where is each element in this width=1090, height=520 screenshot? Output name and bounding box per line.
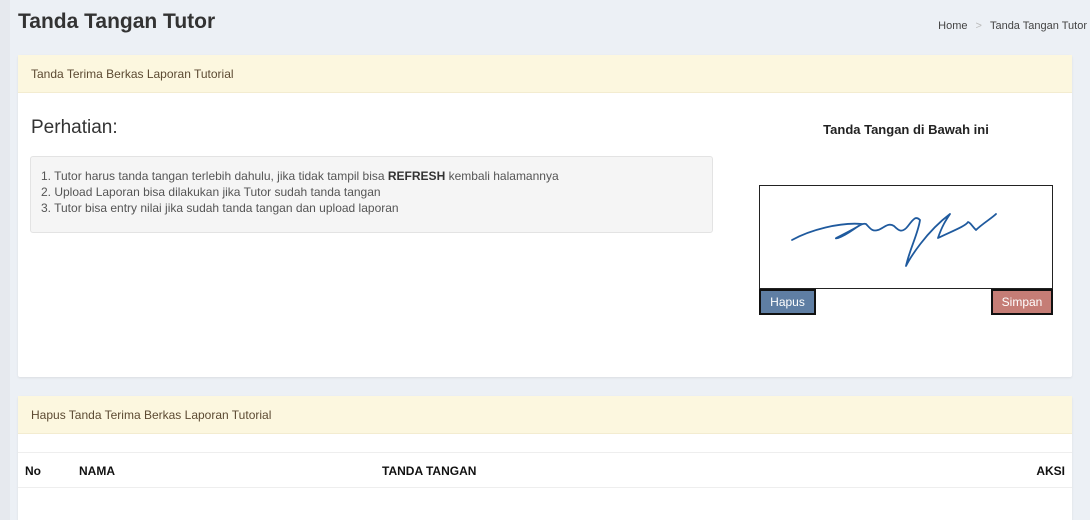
- receipt-box: Tanda Terima Berkas Laporan Tutorial Per…: [18, 55, 1072, 377]
- signature-title: Tanda Tangan di Bawah ini: [823, 122, 989, 137]
- column-header-aksi: AKSI: [1036, 464, 1065, 478]
- delete-box: Hapus Tanda Terima Berkas Laporan Tutori…: [18, 396, 1072, 520]
- delete-box-header: Hapus Tanda Terima Berkas Laporan Tutori…: [18, 396, 1072, 434]
- signature-pad[interactable]: [759, 185, 1053, 289]
- clear-signature-button[interactable]: Hapus: [759, 289, 816, 315]
- breadcrumb-home-link[interactable]: Home: [938, 20, 967, 32]
- page-title: Tanda Tangan Tutor: [18, 10, 216, 33]
- content-header: Tanda Tangan Tutor Home > Tanda Tangan T…: [18, 8, 1090, 48]
- notice-item-3: 3. Tutor bisa entry nilai jika sudah tan…: [41, 201, 399, 215]
- signature-stroke: [791, 213, 997, 267]
- column-header-tanda-tangan: TANDA TANGAN: [382, 464, 477, 478]
- breadcrumb-separator: >: [975, 20, 982, 32]
- notice-well: 1. Tutor harus tanda tangan terlebih dah…: [30, 156, 713, 233]
- receipt-box-header: Tanda Terima Berkas Laporan Tutorial: [18, 55, 1072, 93]
- column-header-no: No: [25, 464, 41, 478]
- column-header-nama: NAMA: [79, 464, 115, 478]
- notice-title: Perhatian:: [31, 117, 118, 138]
- notice-item-2: 2. Upload Laporan bisa dilakukan jika Tu…: [41, 185, 381, 199]
- sidebar-edge: [0, 0, 10, 520]
- save-signature-button[interactable]: Simpan: [991, 289, 1053, 315]
- table-header-row: No NAMA TANDA TANGAN AKSI: [18, 452, 1072, 488]
- notice-item-1: 1. Tutor harus tanda tangan terlebih dah…: [41, 169, 559, 183]
- breadcrumb-current: Tanda Tangan Tutor: [989, 20, 1087, 32]
- breadcrumb: Home > Tanda Tangan Tutor: [938, 20, 1087, 32]
